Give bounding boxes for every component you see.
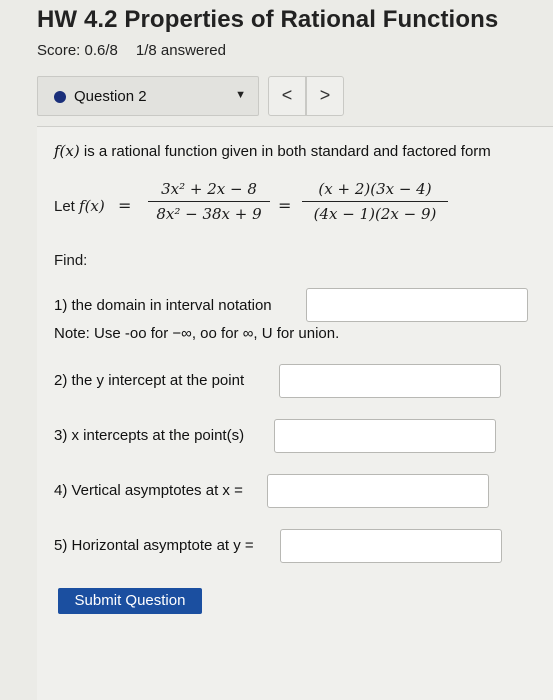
answered-count: 1/8 answered <box>135 42 226 59</box>
factored-form-fraction: (x + 2)(3x − 4) (4x − 1)(2x − 9) <box>302 180 448 223</box>
factored-numerator: (x + 2)(3x − 4) <box>318 180 432 198</box>
score-text: Score: 0.6/8 <box>37 42 118 59</box>
horizontal-asymptote-input[interactable] <box>280 529 502 563</box>
question-vertical-asymptotes-label: 4) Vertical asymptotes at x = <box>54 482 243 499</box>
question-y-intercept-label: 2) the y intercept at the point <box>54 372 245 389</box>
caret-down-icon: ▼ <box>235 89 246 101</box>
factored-denominator: (4x − 1)(2x − 9) <box>313 205 437 223</box>
score-line: Score: 0.6/8 1/8 answered <box>37 42 226 59</box>
let-label: Let f(x) <box>54 197 105 215</box>
standard-form-fraction: 3x² + 2x − 8 8x² − 38x + 9 <box>148 180 270 223</box>
question-x-intercepts-label: 3) x intercepts at the point(s) <box>54 427 245 444</box>
y-intercept-input[interactable] <box>279 364 501 398</box>
question-status-dot-icon <box>54 91 66 103</box>
problem-intro: f(x) is a rational function given in bot… <box>54 142 491 160</box>
x-intercepts-input[interactable] <box>274 419 496 453</box>
question-domain-label: 1) the domain in interval notation <box>54 297 272 314</box>
question-horizontal-asymptote-label: 5) Horizontal asymptote at y = <box>54 537 254 554</box>
previous-question-button[interactable]: < <box>268 76 306 116</box>
question-panel <box>37 127 553 700</box>
find-label: Find: <box>54 252 88 269</box>
page-title: HW 4.2 Properties of Rational Functions <box>37 6 499 33</box>
vertical-asymptotes-input[interactable] <box>267 474 489 508</box>
standard-numerator: 3x² + 2x − 8 <box>161 180 257 198</box>
let-function: f(x) <box>79 197 105 215</box>
homework-page: HW 4.2 Properties of Rational Functions … <box>0 0 553 700</box>
question-select-label: Question 2 <box>74 88 147 105</box>
domain-input[interactable] <box>306 288 528 322</box>
equals-sign: = <box>278 196 292 215</box>
intro-function: f(x) <box>54 142 80 160</box>
equals-sign: = <box>118 196 132 215</box>
next-question-button[interactable]: > <box>306 76 344 116</box>
question-select[interactable]: Question 2 ▼ <box>37 76 259 116</box>
submit-question-button[interactable]: Submit Question <box>58 588 202 614</box>
standard-denominator: 8x² − 38x + 9 <box>156 205 262 223</box>
intro-text: is a rational function given in both sta… <box>79 143 491 160</box>
domain-note: Note: Use -oo for −∞, oo for ∞, U for un… <box>54 325 340 342</box>
